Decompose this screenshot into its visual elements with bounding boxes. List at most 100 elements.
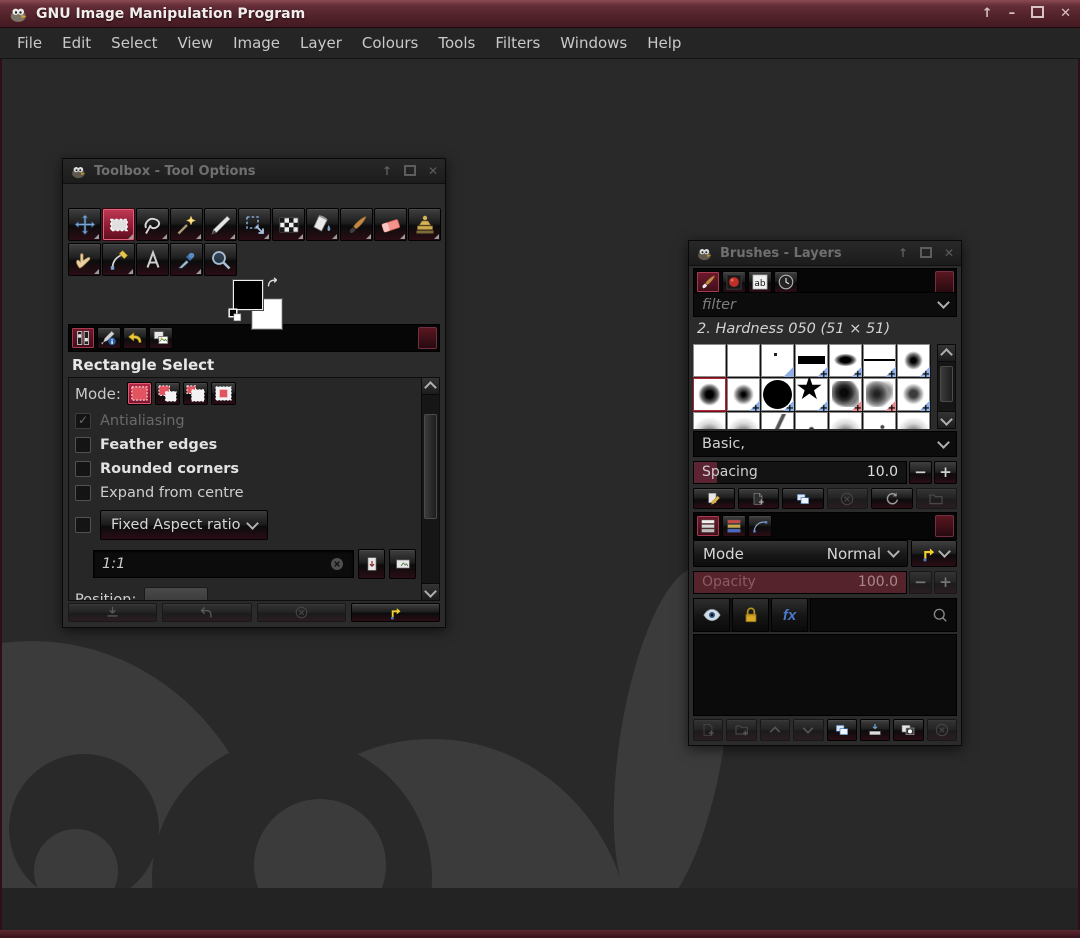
dock-menu-button[interactable] xyxy=(935,271,954,293)
dock-tab-images[interactable] xyxy=(149,327,173,349)
maximize-button[interactable] xyxy=(403,164,416,178)
tool-rectangle-select[interactable] xyxy=(102,208,135,241)
brush-cell-r2c6[interactable] xyxy=(863,378,896,411)
scrollbar-track[interactable] xyxy=(422,395,439,583)
brush-cell-r2c7[interactable] xyxy=(897,378,930,411)
brush-cell-r3c5[interactable] xyxy=(829,412,862,429)
tool-smudge[interactable] xyxy=(68,243,101,276)
menu-layer[interactable]: Layer xyxy=(290,30,352,56)
dock-tab-channels[interactable] xyxy=(722,515,746,537)
tool-gradient[interactable] xyxy=(272,208,305,241)
tool-options-scrollbar[interactable] xyxy=(421,378,439,600)
edit-brush-button[interactable] xyxy=(693,488,735,509)
tool-zoom[interactable] xyxy=(204,243,237,276)
opacity-decrease-button[interactable]: − xyxy=(909,571,932,594)
menu-windows[interactable]: Windows xyxy=(550,30,637,56)
menu-view[interactable]: View xyxy=(167,30,223,56)
shade-button[interactable]: ↑ xyxy=(982,7,993,20)
menu-help[interactable]: Help xyxy=(637,30,691,56)
shade-button[interactable]: ↑ xyxy=(898,247,908,259)
brush-cell-r3c7[interactable] xyxy=(897,412,930,429)
dock-tab-device-status[interactable] xyxy=(97,327,121,349)
layer-list-empty[interactable] xyxy=(693,634,957,716)
layer-mode-dropdown[interactable]: Mode Normal xyxy=(693,540,908,567)
new-brush-button[interactable] xyxy=(737,488,779,509)
position-unit-dropdown[interactable] xyxy=(144,587,209,600)
main-titlebar[interactable]: GNU Image Manipulation Program ↑ – ✕ xyxy=(0,0,1080,28)
scrollbar-track[interactable] xyxy=(938,362,955,411)
lower-layer-button[interactable] xyxy=(793,719,824,741)
landscape-orientation-button[interactable] xyxy=(389,549,416,579)
tool-clone[interactable] xyxy=(408,208,441,241)
scroll-down-button[interactable] xyxy=(422,583,439,600)
add-layer-mask-button[interactable] xyxy=(893,719,924,741)
tool-paths[interactable] xyxy=(102,243,135,276)
dock-tab-fonts[interactable]: ab xyxy=(748,271,772,293)
mode-switch-group-button[interactable] xyxy=(911,540,957,567)
scrollbar-thumb[interactable] xyxy=(424,413,437,520)
mode-add-button[interactable] xyxy=(154,382,180,405)
scroll-up-button[interactable] xyxy=(938,345,955,362)
brushes-titlebar[interactable]: Brushes - Layers ↑ ✕ xyxy=(689,241,961,266)
brush-cell-r1c4[interactable] xyxy=(795,344,828,377)
duplicate-layer-button[interactable] xyxy=(826,719,857,741)
dock-tab-undo-history[interactable] xyxy=(123,327,147,349)
maximize-button[interactable] xyxy=(1031,6,1045,21)
raise-layer-button[interactable] xyxy=(759,719,791,741)
tool-free-select[interactable] xyxy=(136,208,169,241)
fixed-aspect-checkbox[interactable] xyxy=(75,517,91,533)
portrait-orientation-button[interactable] xyxy=(358,549,385,579)
fixed-aspect-dropdown[interactable]: Fixed Aspect ratio xyxy=(100,510,269,540)
dock-tab-document-history[interactable] xyxy=(774,271,798,293)
close-button[interactable]: ✕ xyxy=(944,247,954,259)
brush-cell-r1c1[interactable] xyxy=(693,344,726,377)
brush-cell-r3c2[interactable] xyxy=(727,412,760,429)
brush-cell-r1c6[interactable] xyxy=(863,344,896,377)
delete-brush-button[interactable] xyxy=(826,488,868,509)
rounded-corners-checkbox[interactable] xyxy=(75,461,91,477)
save-tool-preset-button[interactable] xyxy=(68,603,158,622)
brush-filter-input[interactable]: filter xyxy=(693,292,957,317)
mode-replace-button[interactable] xyxy=(126,382,152,405)
shade-button[interactable]: ↑ xyxy=(382,165,392,177)
menu-file[interactable]: File xyxy=(7,30,52,56)
visibility-column-button[interactable] xyxy=(693,598,730,632)
lock-column-button[interactable] xyxy=(732,598,769,632)
delete-layer-button[interactable] xyxy=(926,719,957,741)
mode-subtract-button[interactable] xyxy=(182,382,208,405)
menu-colours[interactable]: Colours xyxy=(352,30,428,56)
scroll-up-button[interactable] xyxy=(422,378,439,395)
restore-tool-preset-button[interactable] xyxy=(162,603,252,622)
scroll-down-button[interactable] xyxy=(938,411,955,428)
feather-edges-checkbox[interactable] xyxy=(75,437,91,453)
merge-down-button[interactable] xyxy=(859,719,891,741)
spacing-slider[interactable]: Spacing 10.0 xyxy=(693,461,907,484)
brush-grid-scrollbar[interactable] xyxy=(937,344,956,429)
maximize-button[interactable] xyxy=(919,246,932,260)
scrollbar-thumb[interactable] xyxy=(940,365,953,403)
dock-menu-button[interactable] xyxy=(935,515,954,537)
dock-menu-button[interactable] xyxy=(418,327,437,349)
dock-tab-paths[interactable] xyxy=(748,515,772,537)
tool-move[interactable] xyxy=(68,208,101,241)
tool-unified-transform[interactable] xyxy=(238,208,271,241)
tool-eraser[interactable] xyxy=(374,208,407,241)
tool-text[interactable] xyxy=(136,243,169,276)
brush-cell-r1c2[interactable] xyxy=(727,344,760,377)
brush-cell-r2c1[interactable] xyxy=(693,378,726,411)
brush-tag-dropdown[interactable]: Basic, xyxy=(693,431,957,457)
dock-tab-patterns[interactable] xyxy=(722,271,746,293)
swap-colors-icon[interactable] xyxy=(266,277,281,292)
tool-paintbrush[interactable] xyxy=(340,208,373,241)
tool-fuzzy-select[interactable] xyxy=(170,208,203,241)
delete-tool-preset-button[interactable] xyxy=(256,603,346,622)
spacing-decrease-button[interactable]: − xyxy=(909,461,932,484)
toolbox-titlebar[interactable]: Toolbox - Tool Options ↑ ✕ xyxy=(63,159,445,184)
duplicate-brush-button[interactable] xyxy=(782,488,824,509)
spacing-increase-button[interactable]: + xyxy=(934,461,957,484)
brush-cell-r1c3[interactable] xyxy=(761,344,794,377)
expand-from-centre-checkbox[interactable] xyxy=(75,485,91,501)
antialiasing-checkbox[interactable]: ✓ xyxy=(75,413,91,429)
brush-cell-r2c2[interactable] xyxy=(727,378,760,411)
dock-tab-tool-options[interactable] xyxy=(71,327,95,349)
